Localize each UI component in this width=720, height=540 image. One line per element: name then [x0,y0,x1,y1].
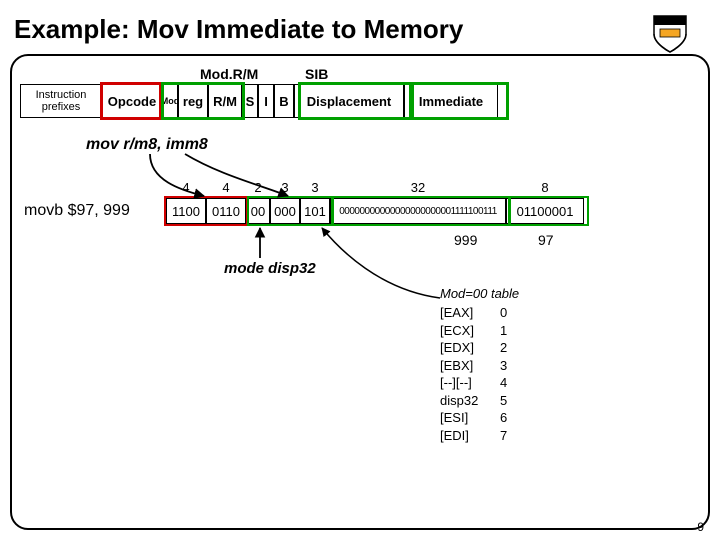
mod-row: [ESI]6 [440,409,507,427]
mod-row: [EDX]2 [440,339,507,357]
bits-op2: 0110 [206,198,246,224]
mod-row: [EAX]0 [440,304,507,322]
field-opcode: Opcode [102,84,162,118]
label-sib: SIB [305,66,328,82]
label-imm-value: 97 [538,232,554,248]
width-disp: 32 [330,180,506,195]
width-op2: 4 [206,180,246,195]
bits-rm: 101 [300,198,330,224]
mod-row: [ECX]1 [440,322,507,340]
field-immediate: Immediate [404,84,498,118]
width-imm: 8 [506,180,584,195]
field-rm: R/M [208,84,242,118]
field-displacement: Displacement [294,84,404,118]
bits-disp: 00000000000000000000001111100111 [330,198,506,224]
slide-frame [10,54,710,530]
field-mod: Mod [162,84,178,118]
princeton-shield-icon [648,12,692,56]
field-b: B [274,84,294,118]
field-i: I [258,84,274,118]
encoding-row: 1100 0110 00 000 101 0000000000000000000… [166,198,584,224]
mod-row: disp325 [440,392,507,410]
mode-label: mode disp32 [224,260,316,277]
bitwidth-labels: 4 4 2 3 3 32 8 [166,180,584,195]
mod-row: [EDI]7 [440,427,507,445]
label-modrm: Mod.R/M [200,66,258,82]
slide-number: 9 [697,520,704,534]
width-mod: 2 [246,180,270,195]
mnemonic: mov r/m8, imm8 [86,136,208,154]
mod-table-header: Mod=00 table [440,286,519,301]
width-reg: 3 [270,180,300,195]
bits-mod: 00 [246,198,270,224]
instruction-format-row: Instruction prefixes Opcode Mod reg R/M … [20,84,498,118]
slide-title: Example: Mov Immediate to Memory [14,14,463,45]
mod-row: [--][--]4 [440,374,507,392]
bits-op1: 1100 [166,198,206,224]
bits-imm: 01100001 [506,198,584,224]
instruction-example: movb $97, 999 [24,202,130,220]
bits-reg: 000 [270,198,300,224]
field-s: S [242,84,258,118]
mod-table: [EAX]0 [ECX]1 [EDX]2 [EBX]3 [--][--]4 di… [440,304,507,444]
field-reg: reg [178,84,208,118]
width-rm: 3 [300,180,330,195]
field-prefix: Instruction prefixes [20,84,102,118]
mod-row: [EBX]3 [440,357,507,375]
width-op1: 4 [166,180,206,195]
label-disp-value: 999 [454,232,477,248]
